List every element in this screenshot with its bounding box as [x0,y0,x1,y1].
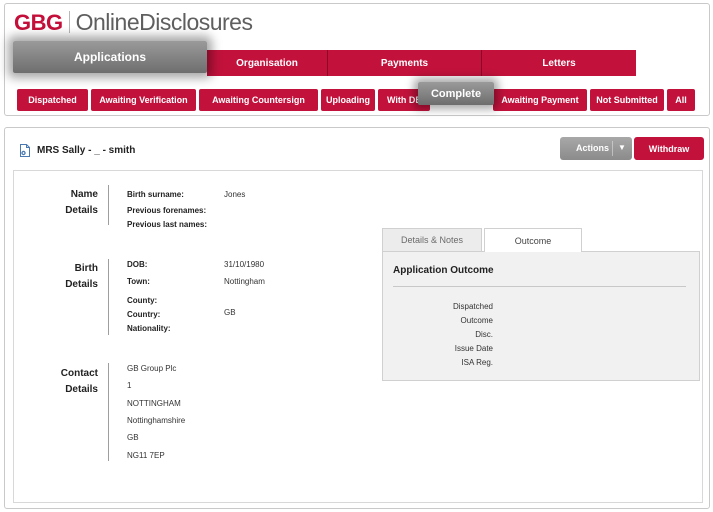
birth-heading-line2: Details [65,279,98,290]
contact-line: 1 [127,381,132,390]
actions-divider [612,141,613,156]
contact-details-divider [108,363,109,461]
application-panel: MRS Sally - _ - smith Actions ▼ Withdraw… [4,127,710,509]
birth-details-heading: Birth Details [18,261,98,293]
contact-line: GB Group Plc [127,364,177,373]
outcome-label-outcome: Outcome [460,316,493,325]
caret-down-icon: ▼ [618,143,626,152]
outcome-divider [393,286,686,287]
document-icon [20,144,30,157]
outcome-label-isa-reg: ISA Reg. [461,358,493,367]
outcome-label-issue-date: Issue Date [454,344,493,353]
contact-line: NOTTINGHAM [127,399,181,408]
tab-outcome[interactable]: Outcome [484,228,582,252]
tab-letters[interactable]: Letters [482,50,636,76]
town-label: Town: [127,277,150,286]
status-tab-all[interactable]: All [667,89,695,111]
dob-value: 31/10/1980 [224,260,265,269]
outcome-label-dispatched: Dispatched [452,302,493,311]
outcome-title: Application Outcome [393,265,494,276]
country-label: Country: [127,310,161,319]
status-tab-awaiting-verification[interactable]: Awaiting Verification [91,89,196,111]
nationality-label: Nationality: [127,324,171,333]
status-tab-not-submitted[interactable]: Not Submitted [590,89,664,111]
status-tab-dispatched[interactable]: Dispatched [17,89,88,111]
brand-logo: GBG OnlineDisclosures [14,9,253,39]
town-value: Nottingham [224,277,265,286]
previous-forenames-label: Previous forenames: [127,206,207,215]
brand-gbg: GBG [14,10,63,35]
name-heading-line2: Details [65,205,98,216]
outcome-panel: Application Outcome Dispatched Outcome D… [382,251,700,381]
brand-product-name: OnlineDisclosures [75,9,253,35]
county-label: County: [127,296,158,305]
contact-heading-line2: Details [65,384,98,395]
tab-applications[interactable]: Applications [13,41,207,73]
tab-payments[interactable]: Payments [328,50,482,76]
contact-line: Nottinghamshire [127,416,186,425]
birth-heading-line1: Birth [74,263,98,274]
name-details-divider [108,185,109,225]
status-tab-uploading[interactable]: Uploading [321,89,375,111]
contact-details-heading: Contact Details [18,366,98,398]
withdraw-button[interactable]: Withdraw [634,137,704,160]
status-tab-awaiting-countersign[interactable]: Awaiting Countersign [199,89,318,111]
country-value: GB [224,308,236,317]
tab-details-notes[interactable]: Details & Notes [382,228,482,251]
name-details-heading: Name Details [18,187,98,219]
previous-last-names-label: Previous last names: [127,220,208,229]
contact-line: GB [127,433,139,442]
birth-surname-value: Jones [224,190,246,199]
name-heading-line1: Name [70,189,98,200]
tab-organisation[interactable]: Organisation [207,50,328,76]
applicant-name: MRS Sally - _ - smith [37,145,136,156]
birth-surname-label: Birth surname: [127,190,184,199]
dob-label: DOB: [127,260,148,269]
actions-button[interactable]: Actions ▼ [560,137,632,160]
actions-label: Actions [576,143,610,153]
application-header: MRS Sally - _ - smith Actions ▼ Withdraw [5,128,709,166]
birth-details-divider [108,259,109,335]
details-content: Name Details Birth surname: Jones Previo… [13,170,703,503]
status-tab-complete[interactable]: Complete [418,82,494,105]
contact-line: NG11 7EP [127,451,165,460]
brand-divider [68,11,70,33]
status-tab-awaiting-payment[interactable]: Awaiting Payment [493,89,587,111]
outcome-label-disc: Disc. [475,330,493,339]
contact-heading-line1: Contact [60,368,98,379]
